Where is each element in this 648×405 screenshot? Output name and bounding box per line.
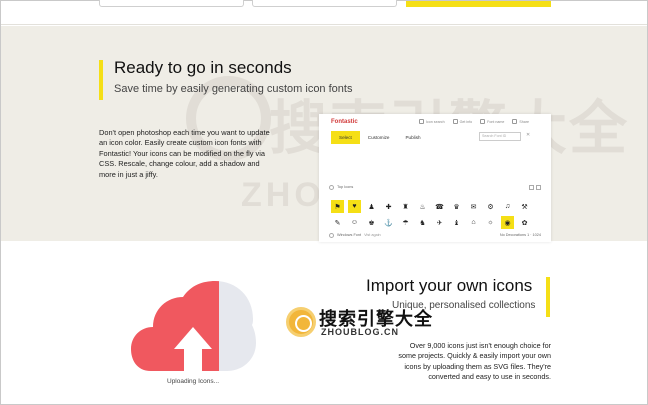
close-icon[interactable]: ✕ bbox=[526, 132, 530, 138]
accent-bar bbox=[99, 60, 103, 100]
glyph-icon[interactable]: ⚒ bbox=[518, 200, 531, 213]
watermark-badge-icon bbox=[286, 307, 316, 337]
glyph-icon[interactable]: ✉ bbox=[467, 200, 480, 213]
search-icon bbox=[419, 119, 424, 124]
glyph-icon[interactable]: ☂ bbox=[399, 216, 412, 229]
top-input-left[interactable] bbox=[99, 0, 244, 7]
list-icon bbox=[536, 184, 541, 190]
section-title: Ready to go in seconds bbox=[114, 58, 292, 77]
info-icon bbox=[452, 119, 458, 124]
glyph-icon[interactable]: ♫ bbox=[501, 200, 514, 213]
cloud-red-part bbox=[131, 281, 219, 371]
cloud-light-part bbox=[219, 281, 256, 371]
glyph-icon[interactable]: ☼ bbox=[484, 216, 497, 229]
glyph-icon[interactable]: ✚ bbox=[382, 200, 395, 213]
glyph-icon[interactable]: ♝ bbox=[450, 216, 463, 229]
glyph-icon[interactable]: ♞ bbox=[416, 216, 429, 229]
section-title: Import your own icons bbox=[366, 276, 533, 295]
checkbox-icon[interactable] bbox=[329, 232, 334, 238]
glyph-icon[interactable]: ♨ bbox=[416, 200, 429, 213]
watermark-small-en: ZHOUBLOG.CN bbox=[321, 327, 399, 337]
mockup-tool[interactable]: Share bbox=[512, 119, 529, 124]
section-subtitle: Save time by easily generating custom ic… bbox=[114, 83, 353, 95]
icon-grid: ⚑ ♥ ♟ ✚ ♜ ♨ ☎ ♛ ✉ ⚙ ♫ ⚒ ✎ ☺ ♚ ⚓ ☂ ♞ ✈ ♝ ⌂ ☼ ◉ ✿ bbox=[331, 200, 541, 229]
glyph-icon[interactable]: ◉ bbox=[501, 216, 514, 229]
glyph-icon[interactable]: ✿ bbox=[518, 216, 531, 229]
mockup-tool[interactable]: Font name bbox=[480, 119, 504, 124]
icon-set-header[interactable]: Windows Font Vist again No Decorations 1… bbox=[329, 230, 541, 240]
section-description: Don't open photoshop each time you want … bbox=[99, 128, 270, 179]
glyph-icon[interactable]: ♚ bbox=[365, 216, 378, 229]
glyph-icon[interactable]: ♟ bbox=[365, 200, 378, 213]
glyph-icon[interactable]: ♥ bbox=[348, 200, 361, 213]
glyph-icon[interactable]: ♛ bbox=[450, 200, 463, 213]
section-description: Over 9,000 icons just isn't enough choic… bbox=[398, 341, 551, 382]
app-mockup: Fontastic Icon search Get info Font name… bbox=[319, 114, 551, 242]
glyph-icon[interactable]: ✎ bbox=[331, 216, 344, 229]
tab-customize[interactable]: Customize bbox=[360, 131, 398, 144]
grid-icon bbox=[529, 184, 534, 190]
top-input-right[interactable] bbox=[252, 0, 397, 7]
glyph-icon[interactable]: ⚓ bbox=[382, 216, 395, 229]
icon-set-header[interactable]: Top Icons bbox=[329, 182, 541, 192]
mockup-logo: Fontastic bbox=[331, 119, 358, 125]
tab-publish[interactable]: Publish bbox=[397, 131, 428, 144]
uploading-label: Uploading Icons... bbox=[167, 378, 220, 385]
accent-bar bbox=[546, 277, 550, 317]
glyph-icon[interactable]: ⚙ bbox=[484, 200, 497, 213]
glyph-icon[interactable]: ♜ bbox=[399, 200, 412, 213]
mockup-tool[interactable]: Icon search bbox=[419, 119, 445, 124]
top-submit-button[interactable] bbox=[406, 1, 551, 7]
mockup-toolbar: Icon search Get info Font name Share bbox=[419, 119, 529, 124]
glyph-icon[interactable]: ✈ bbox=[433, 216, 446, 229]
top-strip bbox=[1, 0, 647, 25]
section-subtitle: Unique, personalised collections bbox=[392, 300, 536, 311]
upload-cloud-illustration bbox=[131, 281, 256, 371]
glyph-icon[interactable]: ☺ bbox=[348, 216, 361, 229]
mockup-tabs: Select Customize Publish bbox=[331, 131, 429, 144]
glyph-icon[interactable]: ☎ bbox=[433, 200, 446, 213]
share-icon bbox=[512, 119, 518, 124]
font-icon bbox=[480, 119, 486, 124]
feature-section-ready: 搜索引擎大全 ZHOUBLOG.CN Ready to go in second… bbox=[1, 26, 647, 242]
tab-select[interactable]: Select bbox=[331, 131, 360, 144]
mockup-search-input[interactable]: Search Font ID bbox=[479, 132, 521, 141]
checkbox-icon[interactable] bbox=[329, 184, 334, 190]
glyph-icon[interactable]: ⚑ bbox=[331, 200, 344, 213]
mockup-tool[interactable]: Get info bbox=[452, 119, 472, 124]
glyph-icon[interactable]: ⌂ bbox=[467, 216, 480, 229]
